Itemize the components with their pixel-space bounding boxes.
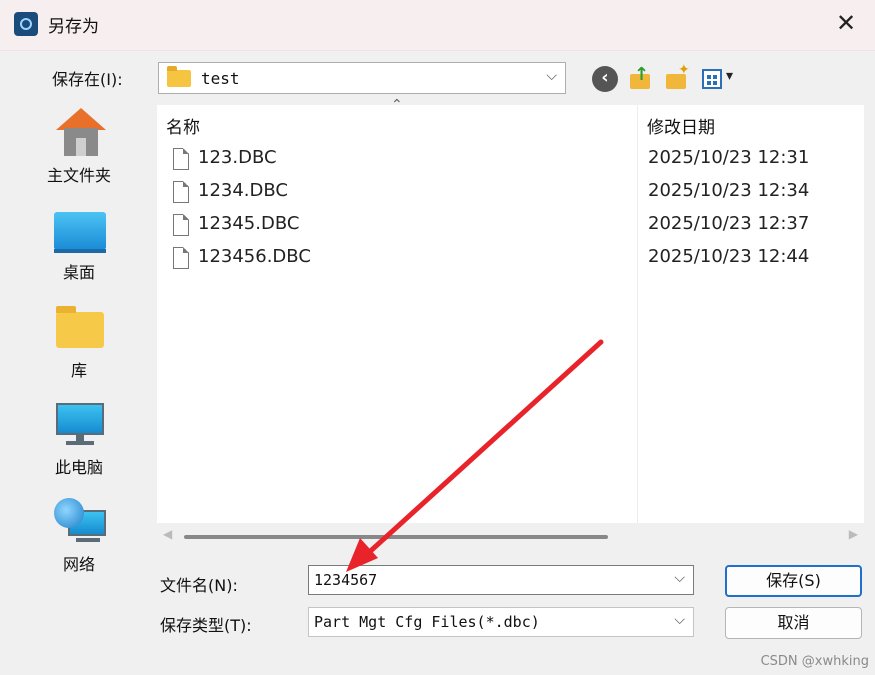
save-in-value: test bbox=[201, 69, 240, 88]
up-folder-icon[interactable]: ↑ bbox=[628, 64, 654, 92]
filetype-value: Part Mgt Cfg Files(*.dbc) bbox=[314, 613, 540, 631]
file-name: 123.DBC bbox=[198, 147, 277, 168]
new-folder-icon[interactable]: ✦ bbox=[664, 62, 690, 92]
chevron-down-icon[interactable]: ⌵ bbox=[546, 68, 557, 84]
place-label: 主文件夹 bbox=[46, 166, 111, 185]
file-name: 1234.DBC bbox=[198, 180, 288, 201]
file-name: 12345.DBC bbox=[198, 213, 300, 234]
cancel-button[interactable]: 取消 bbox=[725, 607, 862, 639]
app-icon bbox=[14, 12, 38, 36]
place-computer[interactable]: 此电脑 bbox=[8, 391, 150, 479]
filename-input[interactable]: 1234567 ⌵ bbox=[308, 565, 694, 595]
place-desktop[interactable]: 桌面 bbox=[8, 196, 150, 284]
file-row[interactable]: 123.DBC 2025/10/23 12:31 bbox=[157, 145, 864, 178]
filetype-label: 保存类型(T): bbox=[160, 616, 252, 635]
scroll-right-icon[interactable]: ▶ bbox=[849, 527, 858, 541]
watermark: CSDN @xwhking bbox=[760, 654, 869, 669]
save-in-label: 保存在(I): bbox=[52, 70, 123, 89]
place-home[interactable]: 主文件夹 bbox=[8, 98, 150, 186]
horizontal-scrollbar[interactable]: ◀ ▶ bbox=[157, 523, 864, 549]
file-date: 2025/10/23 12:31 bbox=[648, 147, 810, 168]
place-label: 桌面 bbox=[62, 263, 95, 282]
file-list[interactable]: ⌃ 名称 修改日期 123.DBC 2025/10/23 12:31 1234.… bbox=[157, 97, 864, 523]
library-icon bbox=[56, 306, 104, 348]
chevron-down-icon[interactable]: ⌵ bbox=[674, 570, 685, 586]
place-label: 库 bbox=[70, 361, 87, 380]
folder-icon bbox=[167, 66, 191, 87]
view-menu-icon[interactable]: ▾ bbox=[700, 66, 740, 92]
column-header-date[interactable]: 修改日期 bbox=[647, 113, 715, 138]
back-icon[interactable]: ‹ bbox=[592, 66, 618, 92]
save-button[interactable]: 保存(S) bbox=[725, 565, 862, 597]
sort-indicator-icon: ⌃ bbox=[391, 97, 403, 113]
file-date: 2025/10/23 12:37 bbox=[648, 213, 810, 234]
scrollbar-thumb[interactable] bbox=[184, 535, 608, 539]
file-name: 123456.DBC bbox=[198, 246, 311, 267]
network-icon bbox=[54, 498, 106, 546]
column-header-name[interactable]: 名称 bbox=[166, 113, 200, 138]
desktop-icon bbox=[54, 212, 106, 253]
place-label: 网络 bbox=[62, 555, 95, 574]
chevron-down-icon[interactable]: ⌵ bbox=[674, 612, 685, 628]
file-row[interactable]: 123456.DBC 2025/10/23 12:44 bbox=[157, 244, 864, 277]
file-icon bbox=[173, 148, 189, 170]
place-library[interactable]: 库 bbox=[8, 294, 150, 382]
save-in-dropdown[interactable]: test ⌵ bbox=[158, 62, 566, 94]
title-bar: 另存为 ✕ bbox=[0, 0, 875, 51]
file-icon bbox=[173, 247, 189, 269]
filename-value: 1234567 bbox=[314, 571, 378, 589]
place-network[interactable]: 网络 bbox=[8, 488, 150, 576]
file-icon bbox=[173, 181, 189, 203]
file-row[interactable]: 12345.DBC 2025/10/23 12:37 bbox=[157, 211, 864, 244]
scroll-left-icon[interactable]: ◀ bbox=[163, 527, 172, 541]
file-date: 2025/10/23 12:34 bbox=[648, 180, 810, 201]
place-label: 此电脑 bbox=[54, 458, 103, 477]
file-icon bbox=[173, 214, 189, 236]
places-sidebar: 主文件夹 桌面 库 此电脑 网络 bbox=[8, 98, 150, 663]
close-button[interactable]: ✕ bbox=[833, 10, 859, 36]
home-icon bbox=[56, 108, 106, 156]
file-row[interactable]: 1234.DBC 2025/10/23 12:34 bbox=[157, 178, 864, 211]
computer-icon bbox=[56, 403, 104, 447]
file-date: 2025/10/23 12:44 bbox=[648, 246, 810, 267]
filename-label: 文件名(N): bbox=[160, 576, 238, 595]
filetype-select[interactable]: Part Mgt Cfg Files(*.dbc) ⌵ bbox=[308, 607, 694, 637]
window-title: 另存为 bbox=[48, 17, 99, 37]
